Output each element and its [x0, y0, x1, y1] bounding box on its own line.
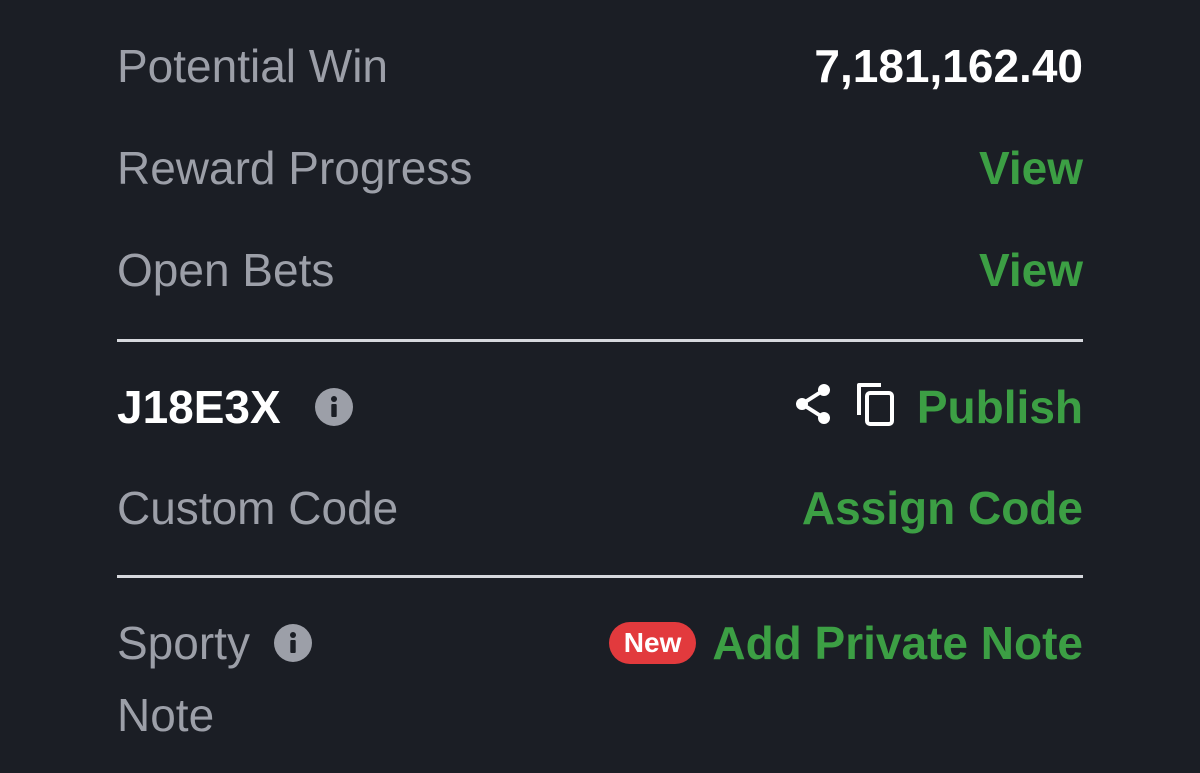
booking-actions: Publish [793, 381, 1083, 432]
reward-progress-row: Reward Progress View [117, 145, 1083, 191]
potential-win-label: Potential Win [117, 40, 389, 92]
note-label-line2: Note [117, 689, 215, 741]
bet-summary-panel: Potential Win 7,181,162.40 Reward Progre… [0, 0, 1200, 773]
add-private-note-button[interactable]: Add Private Note [712, 620, 1083, 666]
note-label-line1: Sporty [117, 617, 250, 669]
open-bets-view-link[interactable]: View [979, 247, 1083, 293]
booking-code-row: J18E3X Publish [117, 381, 1083, 432]
open-bets-label: Open Bets [117, 244, 335, 296]
booking-code: J18E3X [117, 380, 281, 433]
custom-code-label: Custom Code [117, 482, 399, 534]
copy-icon[interactable] [855, 381, 895, 432]
divider [117, 575, 1083, 578]
note-actions: New Add Private Note [608, 620, 1083, 666]
divider [117, 339, 1083, 342]
potential-win-value: 7,181,162.40 [814, 40, 1083, 92]
publish-button[interactable]: Publish [917, 384, 1083, 430]
reward-progress-view-link[interactable]: View [979, 145, 1083, 191]
note-row: Sporty New Add Private Note [117, 620, 1083, 666]
reward-progress-label: Reward Progress [117, 142, 473, 194]
info-icon[interactable] [314, 387, 353, 426]
new-badge: New [608, 622, 697, 664]
potential-win-row: Potential Win 7,181,162.40 [117, 43, 1083, 89]
custom-code-row: Custom Code Assign Code [117, 485, 1083, 531]
info-icon[interactable] [273, 624, 312, 662]
open-bets-row: Open Bets View [117, 247, 1083, 293]
booking-code-group: J18E3X [117, 384, 353, 430]
assign-code-button[interactable]: Assign Code [802, 485, 1083, 531]
share-icon[interactable] [793, 382, 833, 431]
note-label-group: Sporty [117, 620, 312, 666]
